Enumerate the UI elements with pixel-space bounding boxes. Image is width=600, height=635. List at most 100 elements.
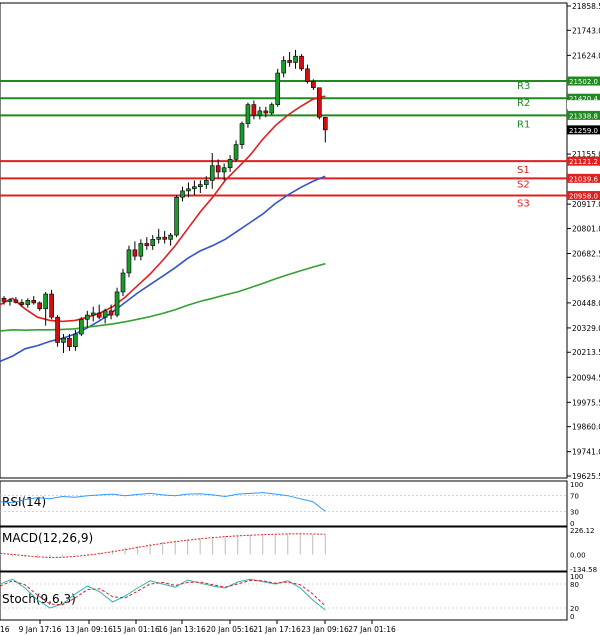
chart-canvas: 21858.521743.021624.021505.521389.521271… [0, 2, 600, 634]
rsi-tick-label: 30 [570, 508, 579, 516]
candle-body [79, 318, 84, 335]
price-y-tick-label: 20682.5 [572, 250, 600, 259]
candle-body [305, 68, 310, 82]
stoch-tick-label: 0 [570, 613, 574, 621]
candle-body [7, 299, 13, 302]
stoch-tick-label: 20 [570, 605, 579, 613]
candle-body [162, 236, 167, 240]
price-y-tick-label: 20448.0 [572, 299, 600, 308]
x-tick-label-fragment: 16 [0, 625, 10, 634]
level-label-r2: R2 [517, 98, 530, 109]
level-price-tag-text: 21121.2 [569, 158, 598, 166]
candle-body [120, 272, 126, 293]
candle-body [114, 291, 120, 316]
stoch-tick-label: 80 [570, 581, 579, 589]
candle-body [144, 243, 150, 246]
rsi-panel: RSI(14) 10070300 [0, 480, 583, 528]
current-price-tag-text: 21259.0 [569, 127, 598, 135]
candle-body [322, 116, 328, 131]
rsi-tick-label: 70 [570, 493, 579, 501]
candle-body [31, 300, 37, 304]
macd-y-axis: 226.120.00-134.58 [570, 527, 597, 574]
macd-tick-label: 226.12 [570, 527, 595, 535]
candle-body [37, 302, 43, 310]
candle-body [1, 297, 7, 302]
price-y-tick-label: 20329.0 [572, 324, 600, 333]
price-y-tick-label: 19975.5 [572, 398, 600, 407]
price-y-tick-label: 20213.5 [572, 348, 600, 357]
candle-body [156, 236, 161, 240]
price-tags: 21502.021420.421338.821121.221039.620958… [567, 76, 600, 201]
candle-body [96, 312, 102, 318]
x-tick-label: 9 Jan 17:16 [19, 625, 62, 634]
candle-body [269, 104, 275, 114]
candle-body [215, 165, 221, 173]
stoch-label: Stoch(9,6,3) [2, 592, 76, 606]
candle-body [90, 312, 96, 316]
candle-body [132, 249, 138, 257]
level-price-tag-text: 21502.0 [569, 78, 598, 86]
candle-body [126, 249, 132, 274]
level-label-r3: R3 [517, 81, 530, 92]
price-y-tick-label: 21858.5 [572, 2, 600, 11]
candle-body [239, 123, 245, 145]
level-price-tag-text: 21039.6 [569, 175, 598, 183]
candle-body [138, 243, 144, 257]
price-y-tick-label: 20094.5 [572, 373, 600, 382]
candle-body [245, 104, 251, 124]
price-y-tick-label: 21624.0 [572, 51, 600, 60]
price-y-tick-label: 20563.5 [572, 275, 600, 284]
candle-body [150, 239, 156, 246]
candle-body [55, 316, 60, 343]
stoch-panel: Stoch(9,6,3) 10080 200 [0, 571, 583, 621]
candle-body [293, 55, 298, 63]
candle-body [13, 299, 19, 303]
price-y-tick-label: 19625.5 [572, 472, 600, 481]
candle-body [73, 333, 78, 347]
candle-body [108, 310, 114, 316]
price-y-axis: 21858.521743.021624.021505.521389.521271… [567, 2, 600, 481]
candle-body [233, 144, 239, 160]
rsi-plot-frame [0, 480, 568, 527]
candle-body [43, 293, 48, 310]
x-tick-label: 16 Jan 13:16 [158, 625, 206, 634]
candle-body [204, 180, 209, 185]
candle-body [85, 314, 90, 320]
stoch-tick-label: 100 [570, 573, 583, 581]
level-label-s1: S1 [517, 165, 530, 176]
candle-body [192, 186, 197, 190]
price-panel: 21858.521743.021624.021505.521389.521271… [0, 2, 600, 481]
time-x-axis: 16 9 Jan 17:16 13 Jan 09:16 15 Jan 01:1616 … [0, 619, 567, 634]
price-y-tick-label: 20801.0 [572, 225, 600, 234]
candle-body [263, 110, 269, 114]
candle-body [174, 196, 179, 236]
macd-label: MACD(12,26,9) [2, 531, 93, 545]
candle-body [311, 81, 316, 89]
level-price-tag-text: 20958.0 [569, 193, 598, 201]
candle-body [168, 234, 173, 240]
candle-body [61, 337, 66, 343]
candle-body [19, 302, 25, 305]
candle-body [198, 184, 203, 187]
grey-price-tag [567, 100, 600, 110]
candle-body [299, 55, 304, 70]
rsi-tick-label: 100 [570, 481, 583, 489]
macd-panel: MACD(12,26,9) 226.120.00-134.58 [0, 526, 597, 574]
candle-body [67, 337, 72, 347]
x-tick-label: 21 Jan 17:16 [253, 625, 301, 634]
candle-body [275, 72, 281, 105]
price-y-tick-label: 19860.0 [572, 423, 600, 432]
candle-body [49, 293, 54, 318]
candle-body [251, 104, 257, 116]
price-y-tick-label: 19741.0 [572, 448, 600, 457]
x-tick-label: 13 Jan 09:16 [65, 625, 113, 634]
stoch-plot-frame [0, 571, 568, 621]
candle-body [221, 167, 227, 173]
candle-body [25, 300, 31, 305]
x-tick-label: 15 Jan 01:16 [112, 625, 160, 634]
candle-body [281, 60, 286, 74]
candle-body [186, 188, 191, 192]
price-y-tick-label: 21743.0 [572, 26, 600, 35]
x-tick-label: 27 Jan 01:16 [348, 625, 396, 634]
x-tick-label: 20 Jan 05:16 [206, 625, 254, 634]
